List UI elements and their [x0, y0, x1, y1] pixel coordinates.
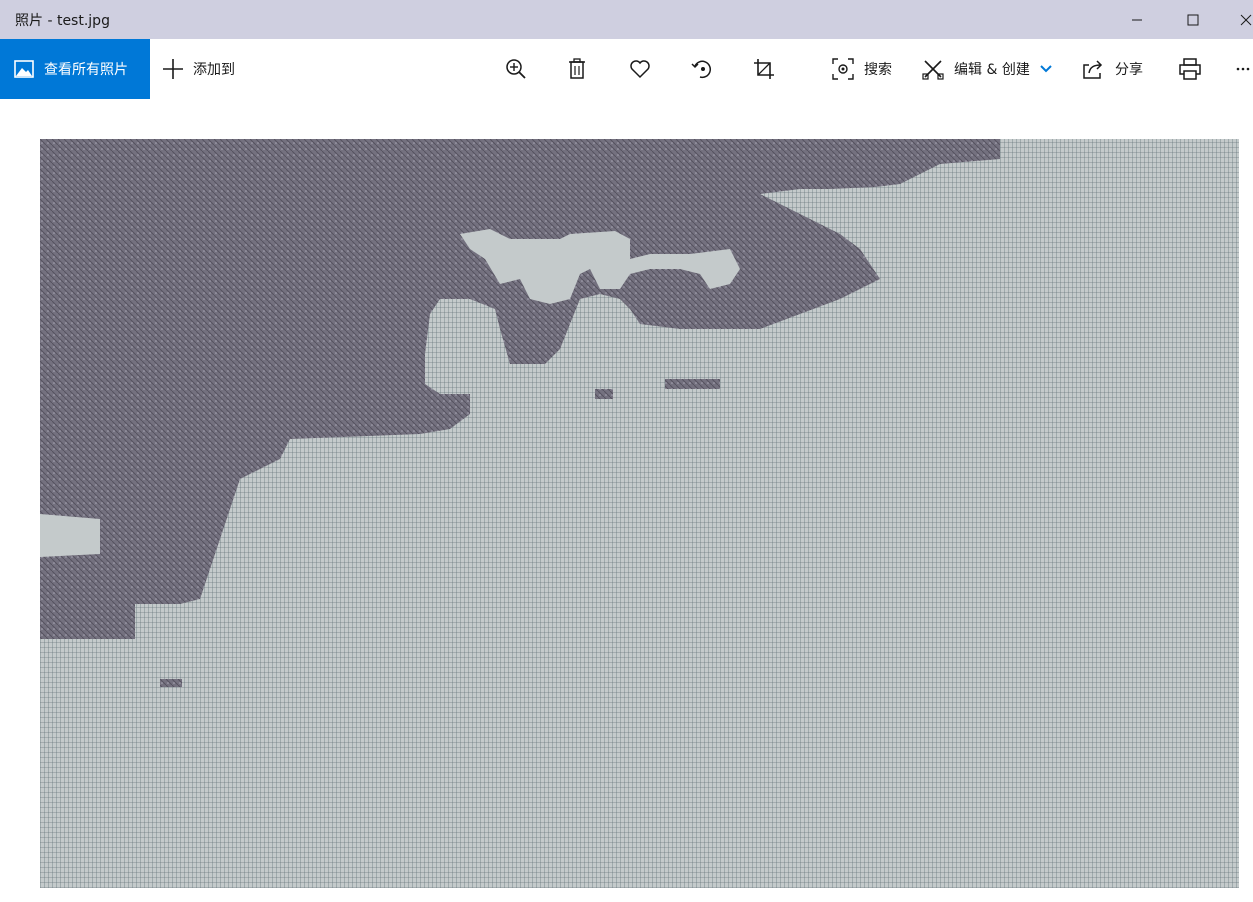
rotate-button[interactable]: [682, 39, 722, 99]
maximize-icon: [1187, 14, 1199, 25]
delete-icon: [569, 58, 585, 79]
print-button[interactable]: [1170, 39, 1210, 99]
close-button[interactable]: [1226, 0, 1253, 39]
crop-icon: [754, 59, 774, 79]
photo-image: [40, 139, 1000, 687]
minimize-button[interactable]: [1114, 0, 1160, 39]
window-title: 照片 - test.jpg: [15, 13, 110, 29]
crop-button[interactable]: [744, 39, 784, 99]
edit-create-button[interactable]: 编辑 & 创建: [922, 39, 1052, 99]
water-inlet: [40, 514, 100, 557]
share-button[interactable]: 分享: [1083, 39, 1143, 99]
island: [665, 379, 720, 389]
share-label: 分享: [1115, 62, 1143, 78]
land-region: [40, 139, 1000, 639]
print-icon: [1179, 58, 1201, 80]
photo-canvas[interactable]: [40, 139, 1239, 888]
photo-gallery-icon: [14, 60, 34, 78]
zoom-in-button[interactable]: [496, 39, 536, 99]
maximize-button[interactable]: [1170, 0, 1216, 39]
search-button[interactable]: 搜索: [832, 39, 892, 99]
plus-icon: [163, 59, 183, 79]
view-all-photos-label: 查看所有照片: [44, 62, 128, 78]
view-all-photos-button[interactable]: 查看所有照片: [0, 39, 150, 99]
title-bar: 照片 - test.jpg: [0, 0, 1253, 39]
add-to-button[interactable]: 添加到: [162, 39, 235, 99]
search-icon: [832, 58, 854, 80]
island: [160, 679, 182, 687]
share-icon: [1083, 60, 1103, 79]
close-icon: [1240, 14, 1252, 25]
add-to-label: 添加到: [193, 62, 235, 78]
edit-icon: [922, 60, 944, 80]
toolbar: 查看所有照片 添加到 搜索 编辑 & 创建 分享: [0, 39, 1253, 99]
favorite-icon: [630, 60, 650, 79]
chevron-down-icon: [1040, 65, 1052, 73]
rotate-icon: [691, 60, 711, 79]
edit-create-label: 编辑 & 创建: [954, 62, 1030, 78]
more-icon: [1236, 67, 1249, 71]
favorite-button[interactable]: [620, 39, 660, 99]
more-button[interactable]: [1228, 39, 1253, 99]
zoom-in-icon: [506, 59, 526, 79]
island: [595, 389, 613, 399]
minimize-icon: [1132, 19, 1142, 20]
search-label: 搜索: [864, 62, 892, 78]
delete-button[interactable]: [557, 39, 597, 99]
